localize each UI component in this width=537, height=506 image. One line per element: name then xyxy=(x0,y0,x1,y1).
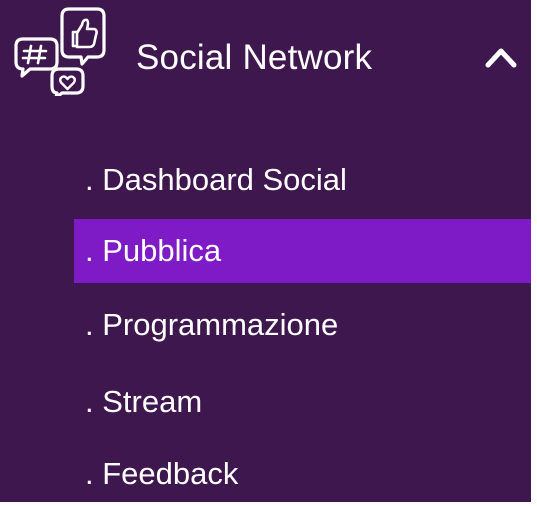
chevron-up-icon[interactable] xyxy=(480,41,522,71)
menu-item-stream[interactable]: . Stream xyxy=(74,370,531,434)
social-network-section-header[interactable]: Social Network xyxy=(0,0,531,120)
menu-item-programmazione[interactable]: . Programmazione xyxy=(74,293,531,357)
menu-item-dashboard-social[interactable]: . Dashboard Social xyxy=(74,148,531,212)
social-network-icon xyxy=(10,6,110,100)
sidebar-menu: Social Network . Dashboard Social . Pubb… xyxy=(0,0,531,502)
section-title: Social Network xyxy=(136,38,373,77)
menu-item-feedback[interactable]: . Feedback xyxy=(74,442,531,506)
menu-item-pubblica[interactable]: . Pubblica xyxy=(74,219,531,283)
